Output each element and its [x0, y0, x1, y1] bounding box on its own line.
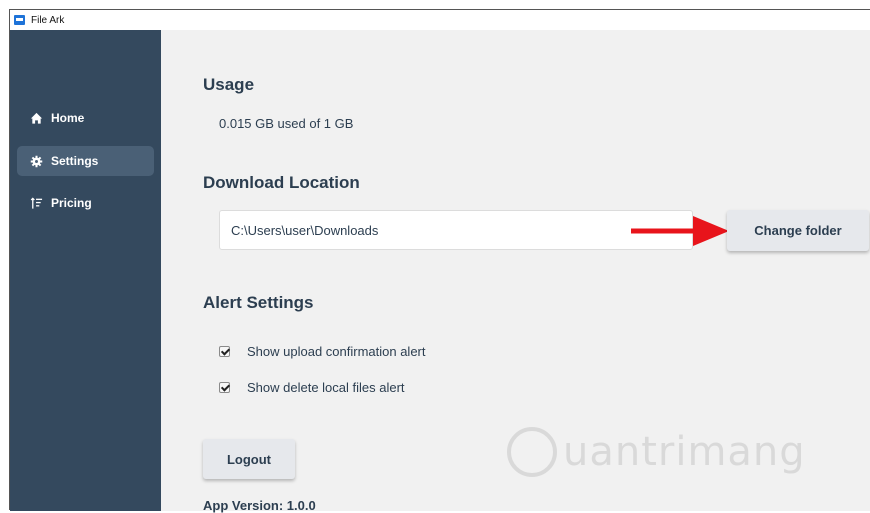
- sidebar-item-label: Settings: [51, 154, 99, 168]
- window-title: File Ark: [31, 14, 65, 26]
- sidebar-item-pricing[interactable]: Pricing: [17, 188, 154, 218]
- watermark: uantrimang: [507, 427, 806, 477]
- logout-button[interactable]: Logout: [203, 439, 295, 479]
- alert-settings-heading: Alert Settings: [203, 293, 314, 312]
- sidebar-item-label: Home: [51, 111, 85, 125]
- app-icon: [14, 15, 25, 25]
- watermark-text: uantrimang: [563, 429, 806, 475]
- sidebar: Home Settings Pricing: [10, 30, 161, 511]
- download-path-field[interactable]: C:\Users\user\Downloads: [219, 210, 693, 250]
- delete-local-files-label: Show delete local files alert: [247, 380, 405, 395]
- upload-confirmation-label: Show upload confirmation alert: [247, 344, 426, 359]
- change-folder-button[interactable]: Change folder: [727, 210, 869, 251]
- usage-text: 0.015 GB used of 1 GB: [219, 116, 354, 131]
- app-version: App Version: 1.0.0: [203, 498, 316, 513]
- sidebar-item-home[interactable]: Home: [17, 103, 154, 133]
- sort-icon: [30, 196, 43, 209]
- delete-local-files-option[interactable]: Show delete local files alert: [219, 380, 405, 395]
- download-location-heading: Download Location: [203, 173, 360, 192]
- arrow-icon: [631, 216, 729, 246]
- title-bar: File Ark: [10, 10, 870, 30]
- upload-confirmation-checkbox[interactable]: [219, 346, 230, 357]
- usage-heading: Usage: [203, 75, 255, 94]
- app-window: File Ark Home Settings Pricing Usage 0.0…: [9, 9, 870, 513]
- settings-panel: Usage 0.015 GB used of 1 GB Download Loc…: [161, 30, 870, 513]
- home-icon: [30, 112, 43, 124]
- watermark-logo-icon: [507, 427, 557, 477]
- delete-local-files-checkbox[interactable]: [219, 382, 230, 393]
- upload-confirmation-option[interactable]: Show upload confirmation alert: [219, 344, 426, 359]
- sidebar-item-label: Pricing: [51, 196, 92, 210]
- sidebar-item-settings[interactable]: Settings: [17, 146, 154, 176]
- gear-icon: [30, 155, 43, 167]
